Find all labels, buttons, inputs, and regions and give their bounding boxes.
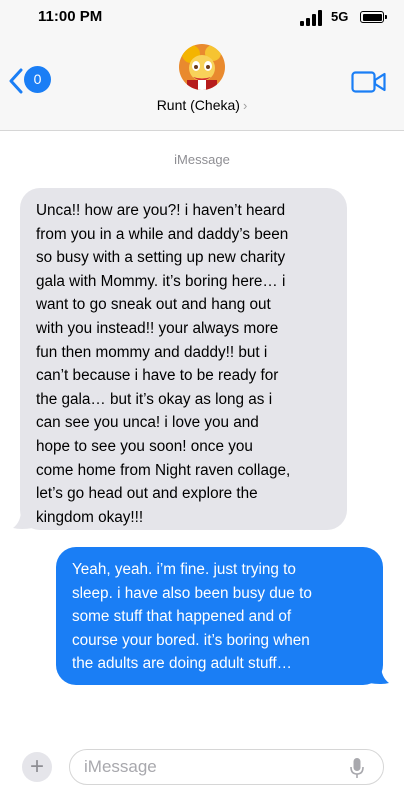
message-line: Unca!! how are you?! i haven’t heard: [36, 202, 286, 219]
contact-avatar[interactable]: [179, 44, 225, 90]
chevron-right-icon: ›: [242, 98, 248, 113]
message-line: can’t because i have to be ready for: [36, 367, 279, 385]
message-line: come home from Night raven collage,: [36, 461, 291, 479]
network-type: 5G: [331, 9, 349, 24]
message-line: fun then mommy and daddy!! but i: [36, 343, 268, 361]
video-call-button[interactable]: [351, 70, 387, 99]
message-line: from you in a while and daddy’s been: [36, 225, 289, 243]
contact-name: Runt (Cheka): [156, 97, 240, 113]
message-line: the gala… but it’s okay as long as i: [36, 390, 273, 408]
conversation-header: 0 Runt (Cheka) ›: [0, 36, 404, 131]
message-line: Yeah, yeah. i’m fine. just trying to: [72, 561, 296, 578]
message-line: let’s go head out and explore the: [36, 485, 258, 503]
apps-button[interactable]: +: [22, 752, 52, 782]
status-bar: 11:00 PM 5G: [0, 0, 404, 36]
outgoing-message-bubble: Yeah, yeah. i’m fine. just trying to sle…: [56, 547, 383, 685]
message-line: some stuff that happened and of: [72, 608, 292, 626]
message-line: gala with Mommy. it’s boring here… i: [36, 272, 286, 290]
message-line: so busy with a setting up new charity: [36, 249, 286, 267]
status-time: 11:00 PM: [38, 8, 103, 25]
microphone-icon[interactable]: [350, 757, 364, 779]
message-line: want to go sneak out and hang out: [36, 296, 271, 314]
contact-name-button[interactable]: Runt (Cheka) ›: [0, 97, 404, 113]
unread-count-badge: 0: [24, 66, 51, 93]
signal-strength-icon: [300, 10, 326, 26]
chevron-left-icon: [9, 68, 23, 94]
service-label: iMessage: [174, 152, 230, 167]
message-line: hope to see you soon! once you: [36, 437, 253, 455]
message-line: can see you unca! i love you and: [36, 414, 259, 432]
incoming-message-bubble: Unca!! how are you?! i haven’t heard fro…: [20, 188, 347, 530]
message-line: course your bored. it’s boring when: [72, 631, 310, 649]
message-input-placeholder: iMessage: [84, 757, 157, 776]
video-camera-icon: [351, 71, 386, 93]
message-line: the adults are doing adult stuff…: [72, 655, 292, 673]
plus-icon: +: [29, 753, 44, 780]
back-button[interactable]: 0: [8, 66, 51, 96]
message-input[interactable]: iMessage: [69, 749, 384, 785]
message-line: sleep. i have also been busy due to: [72, 584, 312, 602]
message-line: with you instead!! your always more: [36, 319, 279, 337]
battery-icon: [360, 11, 387, 23]
message-line: kingdom okay!!!: [36, 508, 144, 526]
